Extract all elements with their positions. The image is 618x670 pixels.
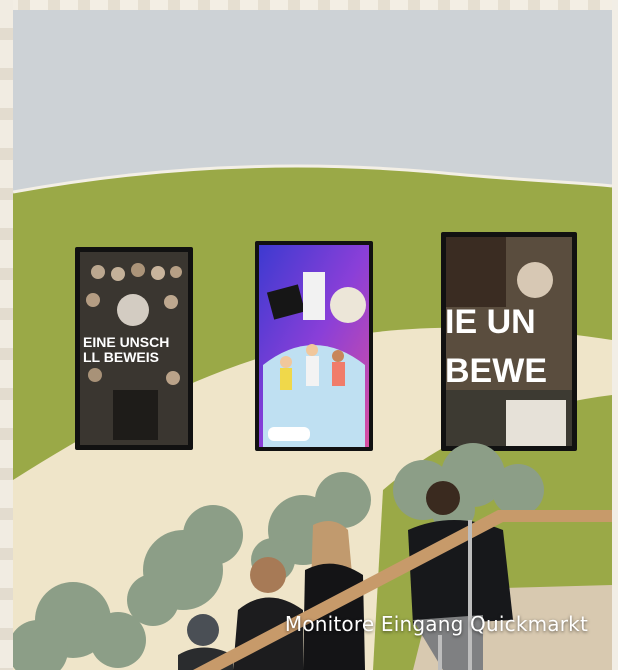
monitor-right: IE UN BEWE <box>441 232 577 451</box>
tile-strip-left <box>0 0 13 670</box>
monitor-right-text-2: BEWE <box>445 352 547 390</box>
monitor-center <box>255 241 373 451</box>
monitor-left-text-1: EINE UNSCH <box>83 334 169 350</box>
photo-caption: Monitore Eingang Quickmarkt <box>284 612 588 636</box>
tile-strip-top <box>0 0 618 10</box>
photo-scene: EINE UNSCH LL BEWEIS IE UN BEWE <box>13 10 612 670</box>
photo-frame: EINE UNSCH LL BEWEIS IE UN BEWE Monitore… <box>0 0 618 670</box>
edge-strip-right <box>612 0 618 670</box>
monitor-right-text-1: IE UN <box>445 303 536 341</box>
monitor-left: EINE UNSCH LL BEWEIS <box>75 247 193 450</box>
monitor-left-text-2: LL BEWEIS <box>83 349 159 365</box>
